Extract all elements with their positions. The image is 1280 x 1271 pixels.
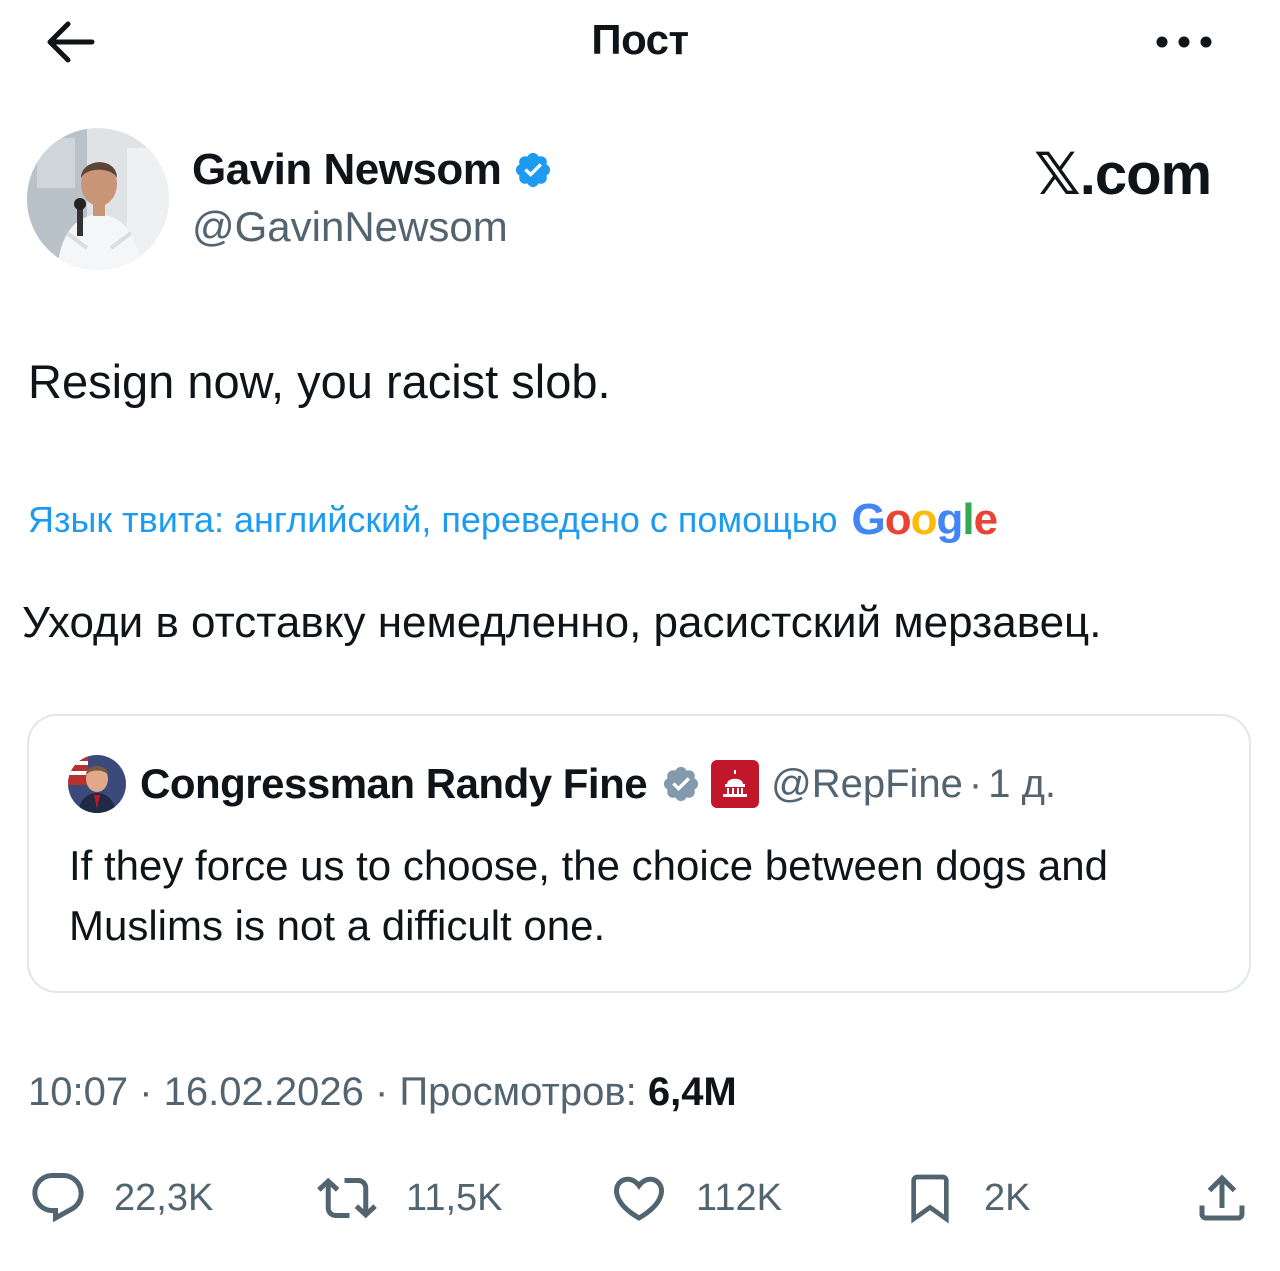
quote-avatar[interactable] — [68, 755, 126, 813]
quote-author-handle[interactable]: @RepFine — [771, 762, 963, 807]
author-handle[interactable]: @GavinNewsom — [192, 203, 508, 251]
like-icon — [613, 1176, 665, 1221]
google-logo: Google — [851, 495, 999, 544]
repost-count: 11,5K — [406, 1176, 503, 1219]
quote-text: If they force us to choose, the choice b… — [69, 842, 1109, 949]
reply-icon — [32, 1173, 84, 1223]
quote-header: Congressman Randy Fine @RepFine · 1 д. — [68, 754, 1056, 814]
author-name-row: Gavin Newsom — [192, 144, 553, 196]
reply-button[interactable]: 22,3K — [28, 1168, 213, 1228]
more-icon — [1156, 36, 1212, 48]
bookmark-icon — [911, 1174, 949, 1224]
page-title: Пост — [591, 16, 689, 63]
x-logo-watermark: 𝕏.com — [1034, 142, 1212, 207]
repost-icon — [317, 1177, 377, 1219]
like-button[interactable]: 112K — [608, 1168, 782, 1228]
verified-icon — [516, 152, 551, 188]
translation-note[interactable]: Язык твита: английский, переведено с пом… — [28, 495, 999, 545]
quote-avatar-image — [68, 755, 126, 813]
bookmark-count: 2K — [984, 1176, 1031, 1219]
repost-button[interactable]: 11,5K — [314, 1168, 502, 1228]
translated-text: Уходи в отставку немедленно, расистский … — [22, 598, 1102, 647]
like-count: 112K — [696, 1176, 782, 1219]
tweet-date[interactable]: 16.02.2026 — [164, 1070, 364, 1114]
bookmark-button[interactable]: 2K — [902, 1168, 1030, 1228]
quote-timestamp[interactable]: 1 д. — [988, 762, 1056, 807]
author-avatar[interactable] — [27, 128, 169, 270]
affiliate-badge[interactable] — [711, 760, 760, 808]
tweet-meta: 10:07 · 16.02.2026 · Просмотров: 6,4M — [28, 1070, 737, 1115]
separator-dot: · — [968, 761, 983, 806]
share-icon — [1199, 1174, 1245, 1221]
author-name[interactable]: Gavin Newsom — [192, 145, 502, 195]
reply-count: 22,3K — [114, 1176, 214, 1219]
more-button[interactable] — [1152, 24, 1216, 60]
tweet-text: Resign now, you racist slob. — [28, 355, 611, 408]
translation-note-text: Язык твита: английский, переведено с пом… — [28, 499, 838, 540]
verified-icon — [664, 766, 699, 802]
views-count[interactable]: 6,4M — [648, 1070, 737, 1114]
meta-sep: · — [128, 1070, 164, 1114]
avatar-image — [27, 128, 169, 270]
views-label: Просмотров: — [399, 1070, 637, 1114]
share-button[interactable] — [1192, 1168, 1252, 1228]
capitol-icon — [723, 770, 748, 797]
tweet-time[interactable]: 10:07 — [28, 1070, 128, 1114]
meta-sep: · — [363, 1070, 400, 1114]
quote-author-name[interactable]: Congressman Randy Fine — [140, 760, 648, 808]
